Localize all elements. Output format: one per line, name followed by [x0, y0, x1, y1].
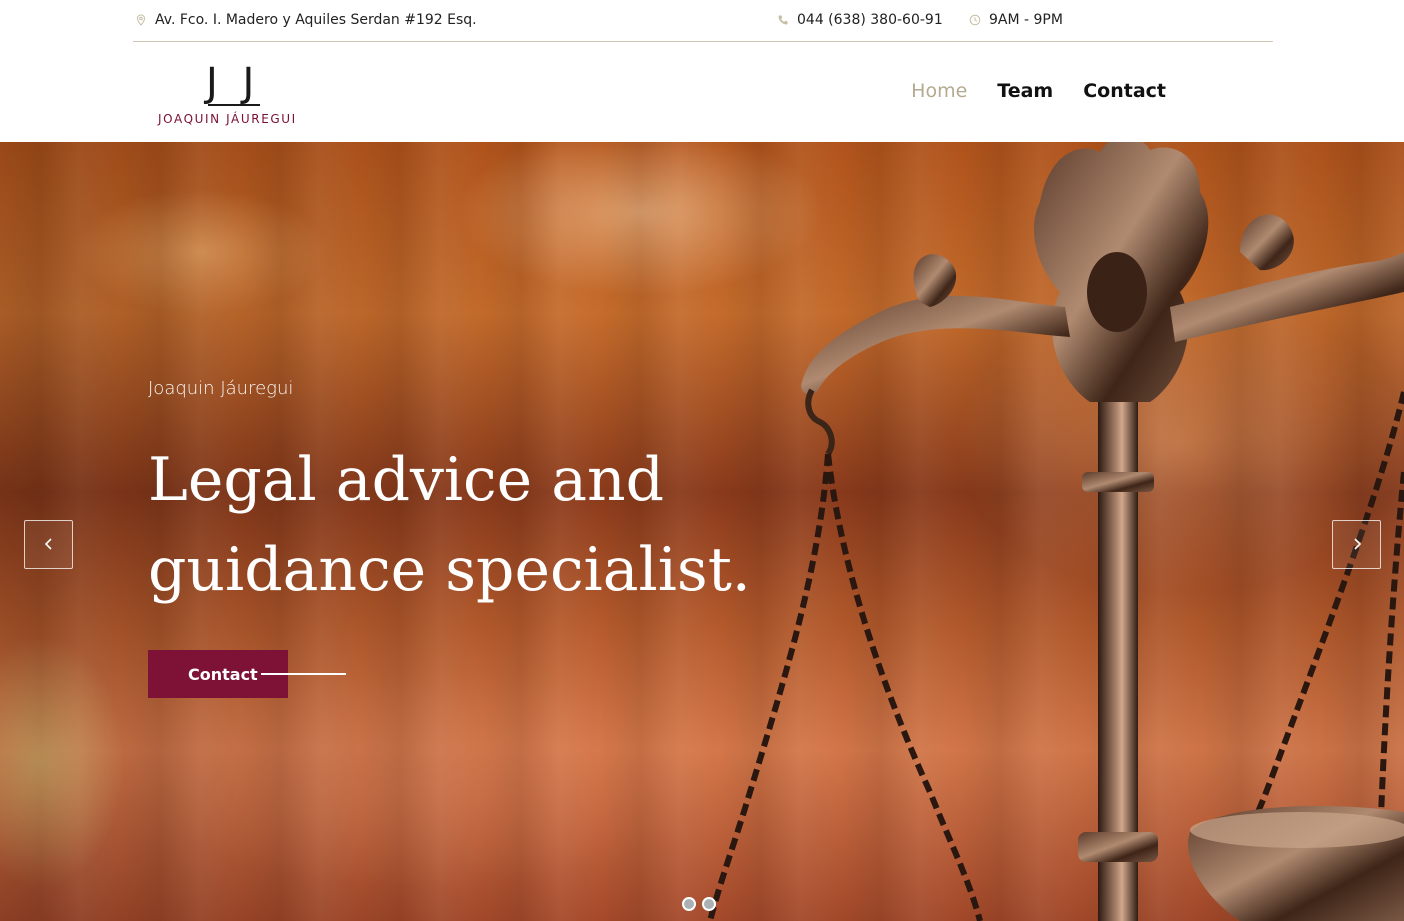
- site-logo[interactable]: J J JOAQUIN JÁUREGUI: [150, 61, 320, 133]
- map-pin-icon: [135, 14, 147, 26]
- slider-dot-1[interactable]: [682, 897, 696, 911]
- top-info-bar: Av. Fco. I. Madero y Aquiles Serdan #192…: [133, 0, 1273, 42]
- hero-content: Joaquin Jáuregui Legal advice and guidan…: [148, 378, 768, 698]
- clock-icon: [969, 14, 981, 26]
- hours-text: 9AM - 9PM: [989, 12, 1063, 28]
- slider-prev-button[interactable]: [24, 520, 73, 569]
- main-nav: Home Team Contact: [911, 80, 1166, 102]
- logo-mark: J J: [206, 60, 261, 106]
- hero-cta: Contact: [148, 650, 346, 698]
- site-header: J J JOAQUIN JÁUREGUI Home Team Contact: [0, 43, 1404, 142]
- address-info: Av. Fco. I. Madero y Aquiles Serdan #192…: [135, 12, 477, 28]
- phone-info: 044 (638) 380-60-91: [777, 12, 943, 28]
- slider-pagination: [682, 897, 716, 911]
- logo-underline: [208, 104, 260, 106]
- chevron-left-icon: [44, 535, 54, 554]
- phone-icon: [777, 14, 789, 26]
- phone-text[interactable]: 044 (638) 380-60-91: [797, 12, 943, 28]
- hero-title: Legal advice and guidance specialist.: [148, 445, 751, 605]
- nav-item-team[interactable]: Team: [997, 80, 1053, 102]
- slider-dot-2[interactable]: [702, 897, 716, 911]
- cta-decorative-line: [261, 673, 346, 675]
- nav-item-contact[interactable]: Contact: [1083, 80, 1166, 102]
- chevron-right-icon: [1352, 535, 1362, 554]
- logo-name: JOAQUIN JÁUREGUI: [158, 112, 297, 126]
- slider-next-button[interactable]: [1332, 520, 1381, 569]
- nav-item-home[interactable]: Home: [911, 80, 967, 102]
- hero-slider: Joaquin Jáuregui Legal advice and guidan…: [0, 142, 1404, 921]
- scales-of-justice-image: [707, 142, 1404, 921]
- address-text: Av. Fco. I. Madero y Aquiles Serdan #192…: [155, 12, 477, 28]
- hero-kicker: Joaquin Jáuregui: [148, 378, 294, 399]
- hours-info: 9AM - 9PM: [969, 12, 1063, 28]
